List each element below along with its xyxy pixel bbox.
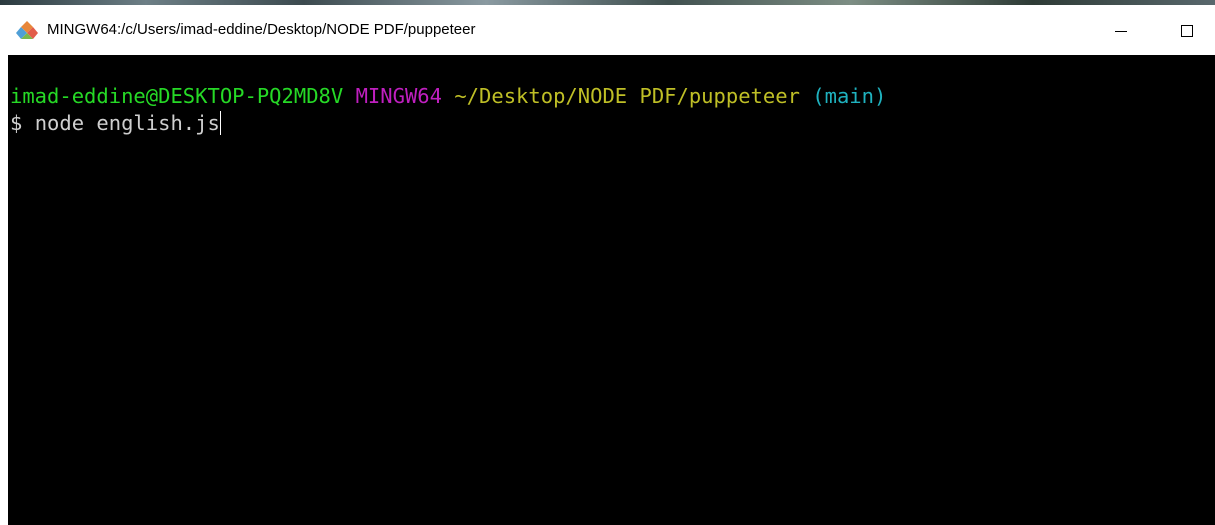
- terminal-window: MINGW64:/c/Users/imad-eddine/Desktop/NOD…: [0, 0, 1215, 525]
- command-line[interactable]: $ node english.js: [10, 111, 221, 136]
- terminal-area[interactable]: imad-eddine@DESKTOP-PQ2MD8V MINGW64 ~/De…: [8, 55, 1215, 525]
- prompt-dollar: $: [10, 111, 23, 135]
- prompt-line: imad-eddine@DESKTOP-PQ2MD8V MINGW64 ~/De…: [10, 84, 886, 109]
- maximize-icon: [1181, 25, 1193, 37]
- text-cursor: [219, 111, 221, 135]
- title-bar[interactable]: MINGW64:/c/Users/imad-eddine/Desktop/NOD…: [0, 5, 1215, 55]
- prompt-user-host: imad-eddine@DESKTOP-PQ2MD8V: [10, 84, 344, 108]
- maximize-button[interactable]: [1164, 18, 1210, 44]
- prompt-git-branch: (main): [812, 84, 887, 108]
- prompt-shell: MINGW64: [355, 84, 442, 108]
- minimize-icon: [1115, 30, 1127, 32]
- window-title: MINGW64:/c/Users/imad-eddine/Desktop/NOD…: [47, 21, 476, 38]
- command-input[interactable]: node english.js: [35, 111, 220, 135]
- minimize-button[interactable]: [1098, 18, 1144, 44]
- git-bash-icon: [16, 21, 38, 39]
- prompt-cwd: ~/Desktop/NODE PDF/puppeteer: [454, 84, 800, 108]
